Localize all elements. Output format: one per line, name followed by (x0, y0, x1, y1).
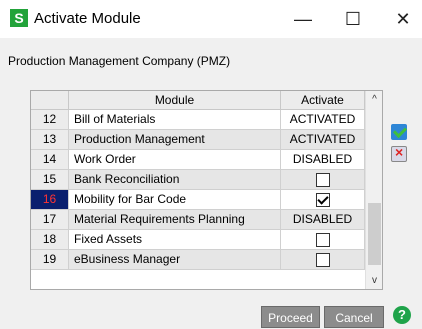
module-name-cell: Bank Reconciliation (69, 170, 281, 190)
proceed-button[interactable]: Proceed (261, 306, 320, 328)
reject-icon[interactable] (391, 144, 407, 162)
window-title: Activate Module (34, 10, 141, 27)
row-number[interactable]: 13 (31, 130, 69, 150)
row-number[interactable]: 18 (31, 230, 69, 250)
activate-checkbox[interactable] (315, 173, 330, 187)
row-number[interactable]: 16 (31, 190, 69, 210)
activate-checkbox[interactable] (315, 193, 330, 207)
activate-checkbox[interactable] (315, 253, 330, 267)
accept-icon[interactable] (391, 124, 407, 140)
activate-cell[interactable] (281, 190, 365, 210)
minimize-button[interactable]: — (280, 0, 326, 38)
help-icon[interactable]: ? (393, 306, 411, 324)
table-row[interactable]: 13 Production Management ACTIVATED (31, 130, 365, 150)
app-logo-icon: S (10, 9, 28, 27)
activate-column-header[interactable]: Activate (281, 91, 365, 110)
company-label: Production Management Company (PMZ) (8, 54, 231, 68)
activate-cell[interactable] (281, 250, 365, 270)
row-number[interactable]: 19 (31, 250, 69, 270)
vertical-scrollbar[interactable]: ^ v (365, 91, 382, 289)
row-number[interactable]: 14 (31, 150, 69, 170)
module-name-cell: Bill of Materials (69, 110, 281, 130)
activation-status: DISABLED (281, 150, 365, 170)
table-row[interactable]: 19 eBusiness Manager (31, 250, 365, 270)
activate-checkbox[interactable] (315, 233, 330, 247)
module-name-cell: Production Management (69, 130, 281, 150)
table-row[interactable]: 17 Material Requirements Planning DISABLED (31, 210, 365, 230)
scroll-up-button[interactable]: ^ (366, 91, 382, 108)
module-name-cell: Work Order (69, 150, 281, 170)
activation-status: DISABLED (281, 210, 365, 230)
title-bar: S Activate Module — ☐ ✕ (0, 0, 422, 38)
maximize-button[interactable]: ☐ (330, 0, 376, 38)
activate-module-window: S Activate Module — ☐ ✕ Production Manag… (0, 0, 422, 329)
module-name-cell: Fixed Assets (69, 230, 281, 250)
row-number[interactable]: 15 (31, 170, 69, 190)
module-name-cell: eBusiness Manager (69, 250, 281, 270)
module-name-cell: Mobility for Bar Code (69, 190, 281, 210)
scroll-thumb[interactable] (368, 203, 381, 265)
table-row[interactable]: 12 Bill of Materials ACTIVATED (31, 110, 365, 130)
module-grid: Module Activate 12 Bill of Materials ACTIV… (30, 90, 383, 290)
module-name-cell: Material Requirements Planning (69, 210, 281, 230)
cancel-button[interactable]: Cancel (324, 306, 384, 328)
row-number[interactable]: 12 (31, 110, 69, 130)
row-number[interactable]: 17 (31, 210, 69, 230)
activation-status: ACTIVATED (281, 110, 365, 130)
activate-cell[interactable] (281, 170, 365, 190)
scroll-down-button[interactable]: v (366, 272, 382, 289)
close-button[interactable]: ✕ (380, 0, 422, 38)
module-column-header[interactable]: Module (69, 91, 281, 110)
table-row[interactable]: 16 Mobility for Bar Code (31, 190, 365, 210)
activation-status: ACTIVATED (281, 130, 365, 150)
activate-cell[interactable] (281, 230, 365, 250)
row-number-header (31, 91, 69, 110)
table-row[interactable]: 14 Work Order DISABLED (31, 150, 365, 170)
table-row[interactable]: 18 Fixed Assets (31, 230, 365, 250)
table-row[interactable]: 15 Bank Reconciliation (31, 170, 365, 190)
